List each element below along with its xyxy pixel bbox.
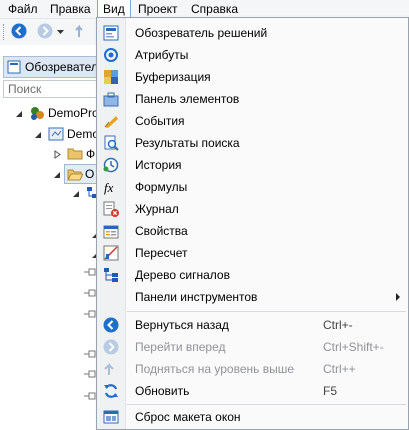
menu-item-buffering[interactable]: Буферизация [97, 66, 408, 88]
search-input[interactable]: Поиск [3, 80, 100, 98]
svg-text:fx: fx [104, 180, 114, 195]
search-results-icon [104, 135, 119, 151]
menu-item-reset-layout[interactable]: Сброс макета окон [97, 406, 408, 428]
recalc-icon [103, 245, 119, 261]
menu-item-forward[interactable]: Перейти вперед Ctrl+Shift+- [97, 336, 408, 358]
signal-icon [84, 370, 96, 378]
menu-item-journal[interactable]: Журнал [97, 198, 408, 220]
menu-item-refresh[interactable]: Обновить F5 [97, 380, 408, 402]
open-folder-icon [67, 169, 83, 181]
menu-item-label: Обозреватель решений [135, 26, 268, 40]
menu-item-formulas[interactable]: fx Формулы [97, 176, 408, 198]
tree-expander-icon[interactable] [72, 190, 80, 198]
menu-help[interactable]: Справка [186, 0, 243, 18]
forward-icon[interactable] [37, 23, 53, 39]
attributes-icon [104, 48, 118, 62]
tree-expander-icon[interactable] [15, 110, 23, 118]
menu-item-label: Сброс макета окон [135, 410, 241, 424]
menu-item-label: Пересчет [135, 246, 188, 260]
search-placeholder: Поиск [8, 82, 42, 96]
menu-item-label: Свойства [135, 224, 188, 238]
back-icon[interactable] [11, 23, 27, 39]
menu-item-label: Обновить [135, 384, 190, 398]
menu-project[interactable]: Проект [133, 0, 183, 18]
signal-icon [84, 350, 96, 358]
tree-node-label: О [85, 167, 95, 181]
history-icon [103, 157, 119, 173]
view-menu-dropdown: Обозреватель решений Атрибуты Буферизаци… [96, 17, 409, 430]
tree-node-folder[interactable]: Ф [86, 147, 95, 161]
menu-item-label: Формулы [135, 180, 188, 194]
forward-icon [103, 339, 119, 355]
tree-expander-icon[interactable] [53, 171, 61, 179]
menu-item-label: События [135, 114, 185, 128]
menu-item-history[interactable]: История [97, 154, 408, 176]
signal-icon [84, 392, 96, 400]
tab-solution-explorer[interactable]: Обозреватель решений [3, 56, 100, 78]
menu-item-label: Журнал [135, 202, 179, 216]
menu-item-up-level[interactable]: Подняться на уровень выше Ctrl++ [97, 358, 408, 380]
menu-item-toolbox[interactable]: Панель элементов [97, 88, 408, 110]
menu-item-label: Результаты поиска [135, 136, 240, 150]
menu-item-shortcut: Ctrl++ [323, 362, 356, 376]
up-level-icon [104, 362, 114, 375]
menu-item-shortcut: F5 [323, 384, 338, 398]
project-icon [31, 107, 44, 120]
menu-edit[interactable]: Правка [45, 0, 96, 18]
menu-item-back[interactable]: Вернуться назад Ctrl+- [97, 314, 408, 336]
menu-item-label: Подняться на уровень выше [135, 362, 295, 376]
up-level-icon[interactable] [74, 23, 90, 39]
signal-tree-icon [104, 268, 118, 282]
menu-item-label: Панель элементов [135, 92, 240, 106]
signal-icon [84, 289, 96, 297]
menu-item-toolbars[interactable]: Панели инструментов [97, 286, 408, 308]
solution-explorer-icon [7, 60, 21, 74]
solution-explorer-icon [103, 25, 119, 41]
menu-item-attributes[interactable]: Атрибуты [97, 44, 408, 66]
tab-label: Обозреватель решений [25, 60, 99, 74]
menu-item-properties[interactable]: Свойства [97, 220, 408, 242]
menu-item-recalc[interactable]: Пересчет [97, 242, 408, 264]
back-icon [103, 317, 119, 333]
menu-item-signal-tree[interactable]: Дерево сигналов [97, 264, 408, 286]
tree-collapsed-icon[interactable] [54, 150, 61, 159]
menu-item-label: Буферизация [135, 70, 211, 84]
reset-layout-icon [103, 410, 119, 424]
tree-node-selected[interactable]: О [64, 164, 100, 184]
menu-item-events[interactable]: События [97, 110, 408, 132]
signal-icon [84, 310, 96, 318]
toolbox-icon [103, 92, 119, 107]
buffering-icon [104, 70, 118, 84]
submenu-arrow-icon [396, 293, 400, 301]
events-icon [104, 116, 118, 128]
formula-icon: fx [104, 180, 114, 195]
menu-item-label: Вернуться назад [135, 318, 229, 332]
journal-icon [103, 201, 119, 217]
tree-expander-icon[interactable] [34, 131, 42, 139]
menu-separator [127, 311, 406, 312]
menu-item-label: Перейти вперед [135, 340, 226, 354]
chevron-down-icon[interactable] [57, 30, 64, 35]
menu-separator [127, 404, 406, 405]
menu-item-shortcut: Ctrl+Shift+- [323, 340, 384, 354]
menu-item-shortcut: Ctrl+- [323, 318, 353, 332]
menu-item-label: История [135, 158, 182, 172]
folder-icon [67, 148, 83, 160]
toolbar-grip[interactable] [3, 24, 7, 40]
menu-item-label: Атрибуты [135, 48, 189, 62]
menu-item-search-results[interactable]: Результаты поиска [97, 132, 408, 154]
signal-icon [84, 268, 96, 276]
module-icon [48, 127, 64, 141]
menu-item-label: Дерево сигналов [135, 268, 230, 282]
refresh-icon [104, 384, 118, 398]
menu-item-solution-explorer[interactable]: Обозреватель решений [97, 22, 408, 44]
menu-file[interactable]: Файл [3, 0, 43, 18]
menu-item-label: Панели инструментов [135, 290, 258, 304]
properties-icon [103, 225, 119, 239]
menu-view[interactable]: Вид [97, 0, 131, 17]
